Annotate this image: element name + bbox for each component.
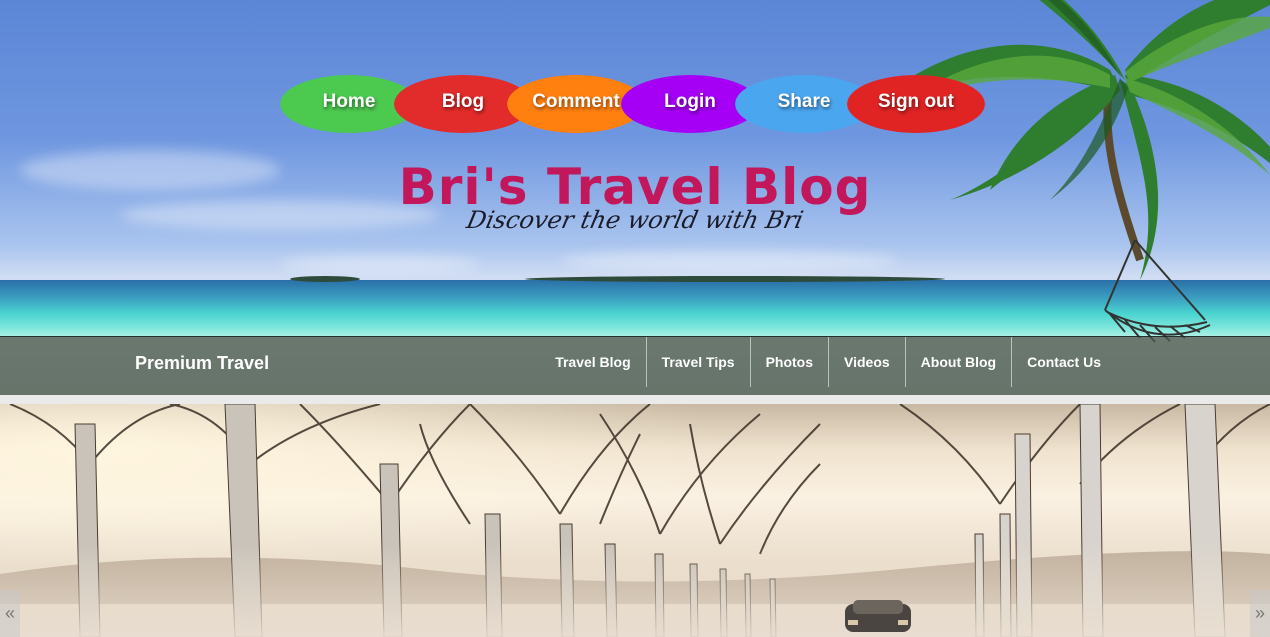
slider-prev-button[interactable]: « xyxy=(0,590,20,637)
nav-contact-us[interactable]: Contact Us xyxy=(1011,337,1116,387)
car-image xyxy=(845,600,911,632)
menu-label: Sign out xyxy=(878,91,954,112)
island xyxy=(290,276,360,282)
slider-next-button[interactable]: » xyxy=(1250,590,1270,637)
image-slider xyxy=(0,404,1270,637)
nav-links: Travel Blog Travel Tips Photos Videos Ab… xyxy=(540,337,1116,387)
nav-travel-tips[interactable]: Travel Tips xyxy=(645,337,750,387)
menu-item-sign-out[interactable]: Sign out xyxy=(847,75,985,133)
brand-link[interactable]: Premium Travel xyxy=(135,337,269,389)
header-banner: Home Blog Comment Login Share Sign out B… xyxy=(0,0,1270,395)
winter-road-image xyxy=(0,404,1270,637)
main-navbar: Premium Travel Travel Blog Travel Tips P… xyxy=(0,336,1270,395)
nav-travel-blog[interactable]: Travel Blog xyxy=(540,337,645,387)
nav-photos[interactable]: Photos xyxy=(749,337,828,387)
nav-about-blog[interactable]: About Blog xyxy=(904,337,1011,387)
cloud xyxy=(280,255,480,273)
menu-label: Blog xyxy=(441,91,485,112)
nav-videos[interactable]: Videos xyxy=(828,337,905,387)
menu-label: Comment xyxy=(532,91,620,112)
menu-label: Share xyxy=(777,91,831,112)
menu-label: Login xyxy=(664,91,716,112)
site-tagline: Discover the world with Bri xyxy=(464,206,806,234)
petal-menu: Home Blog Comment Login Share Sign out xyxy=(280,75,990,133)
menu-label: Home xyxy=(322,91,376,112)
